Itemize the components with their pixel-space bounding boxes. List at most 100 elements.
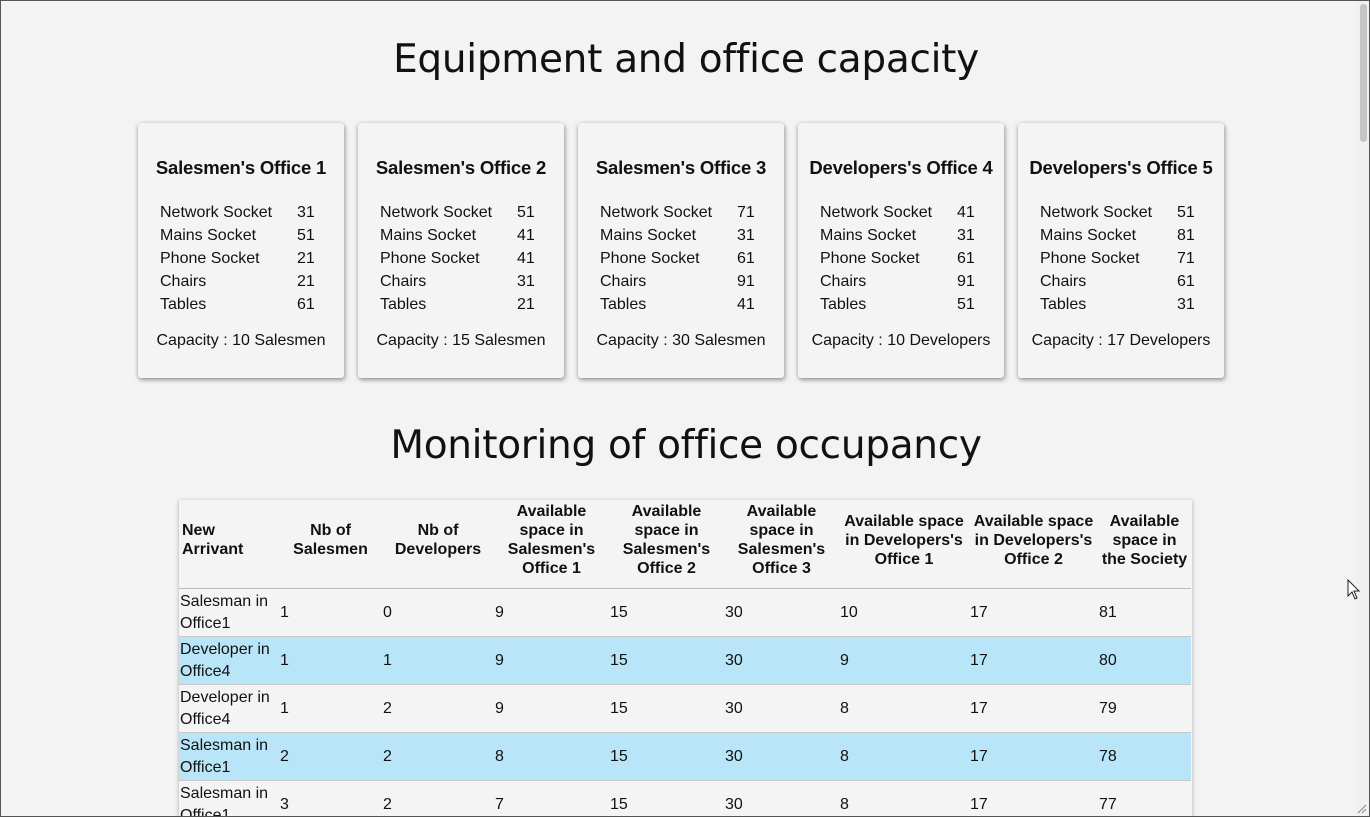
table-cell: 10 xyxy=(839,588,969,637)
table-cell: 1 xyxy=(279,636,382,685)
table-cell: 1 xyxy=(279,684,382,733)
table-cell: 17 xyxy=(969,732,1098,781)
table-cell: 9 xyxy=(839,636,969,685)
equipment-name: Chairs xyxy=(1040,273,1087,290)
vertical-scrollbar[interactable] xyxy=(1356,1,1369,816)
equipment-row: Tables 31 xyxy=(1040,295,1224,318)
new-arrivant-cell: Salesman in Office1 xyxy=(179,732,279,781)
equipment-row: Chairs 91 xyxy=(820,272,1004,295)
equipment-list: Network Socket 71 Mains Socket 31 Phone Sock… xyxy=(578,203,784,318)
new-arrivant-cell: Developer in Office4 xyxy=(179,636,279,685)
equipment-row: Phone Socket 61 xyxy=(600,249,784,272)
table-cell: 8 xyxy=(839,780,969,816)
table-cell: 1 xyxy=(382,636,494,685)
table-cell: 0 xyxy=(382,588,494,637)
equipment-title: Equipment and office capacity xyxy=(393,37,979,82)
office-name: Developers's Office 5 xyxy=(1029,157,1213,178)
column-header: Available space in Salesmen's Office 1 xyxy=(494,500,609,589)
equipment-name: Tables xyxy=(160,296,207,313)
equipment-count: 41 xyxy=(957,204,975,221)
table-cell: 2 xyxy=(279,732,382,781)
office-name: Developers's Office 4 xyxy=(809,157,993,178)
column-header: Available space in Developers's Office 2 xyxy=(969,500,1098,589)
new-arrivant-cell: Salesman in Office1 xyxy=(179,780,279,816)
equipment-row: Mains Socket 31 xyxy=(600,226,784,249)
table-body: Salesman in Office1 1 0 9 15 30 10 17 81 Develope… xyxy=(179,588,1191,816)
table-cell: 77 xyxy=(1098,780,1191,816)
equipment-count: 61 xyxy=(1177,273,1195,290)
office-capacity: Capacity : 10 Salesmen xyxy=(156,332,326,349)
equipment-row: Network Socket 31 xyxy=(160,203,344,226)
equipment-row: Mains Socket 41 xyxy=(380,226,564,249)
equipment-name: Mains Socket xyxy=(1040,227,1137,244)
equipment-name: Mains Socket xyxy=(820,227,917,244)
equipment-row: Phone Socket 71 xyxy=(1040,249,1224,272)
table-cell: 8 xyxy=(839,684,969,733)
scrollbar-thumb[interactable] xyxy=(1360,4,1367,142)
equipment-name: Mains Socket xyxy=(380,227,477,244)
equipment-count: 61 xyxy=(957,250,975,267)
equipment-name: Tables xyxy=(820,296,867,313)
office-capacity: Capacity : 30 Salesmen xyxy=(596,332,766,349)
equipment-name: Tables xyxy=(1040,296,1087,313)
new-arrivant-cell: Developer in Office4 xyxy=(179,684,279,733)
new-arrivant-cell: Salesman in Office1 xyxy=(179,588,279,637)
table-cell: 15 xyxy=(609,588,724,637)
table-cell: 30 xyxy=(724,732,839,781)
column-header: Available space in Salesmen's Office 2 xyxy=(609,500,724,589)
office-name: Salesmen's Office 2 xyxy=(375,157,547,178)
equipment-name: Phone Socket xyxy=(160,250,260,267)
equipment-count: 91 xyxy=(737,273,755,290)
table-cell: 9 xyxy=(494,588,609,637)
table-cell: 78 xyxy=(1098,732,1191,781)
table-cell: 2 xyxy=(382,684,494,733)
office-card: Developers's Office 4 Network Socket 41 Mai… xyxy=(798,123,1004,378)
table-cell: 2 xyxy=(382,732,494,781)
equipment-count: 51 xyxy=(1177,204,1195,221)
equipment-name: Tables xyxy=(600,296,647,313)
column-header: New Arrivant xyxy=(179,500,279,589)
equipment-row: Network Socket 51 xyxy=(1040,203,1224,226)
office-capacity: Capacity : 10 Developers xyxy=(811,332,991,349)
equipment-count: 41 xyxy=(517,227,535,244)
occupancy-table-container: New Arrivant Nb of Salesmen Nb of Develope… xyxy=(179,500,1192,816)
equipment-row: Mains Socket 51 xyxy=(160,226,344,249)
occupancy-table: New Arrivant Nb of Salesmen Nb of Develope… xyxy=(179,500,1191,816)
office-cards: Salesmen's Office 1 Network Socket 31 Mains… xyxy=(138,123,1224,378)
table-cell: 30 xyxy=(724,588,839,637)
mouse-cursor-icon xyxy=(1347,579,1361,600)
table-cell: 1 xyxy=(279,588,382,637)
equipment-row: Network Socket 51 xyxy=(380,203,564,226)
table-cell: 79 xyxy=(1098,684,1191,733)
equipment-count: 51 xyxy=(957,296,975,313)
equipment-name: Network Socket xyxy=(380,204,493,221)
equipment-row: Phone Socket 41 xyxy=(380,249,564,272)
equipment-name: Chairs xyxy=(380,273,427,290)
equipment-name: Phone Socket xyxy=(600,250,700,267)
equipment-count: 31 xyxy=(297,204,315,221)
equipment-count: 51 xyxy=(517,204,535,221)
table-cell: 15 xyxy=(609,636,724,685)
equipment-count: 21 xyxy=(517,296,535,313)
equipment-name: Network Socket xyxy=(160,204,273,221)
table-cell: 17 xyxy=(969,780,1098,816)
equipment-count: 81 xyxy=(1177,227,1195,244)
equipment-name: Chairs xyxy=(160,273,207,290)
equipment-row: Chairs 21 xyxy=(160,272,344,295)
column-header: Available space in Developers's Office 1 xyxy=(839,500,969,589)
table-cell: 15 xyxy=(609,684,724,733)
table-cell: 30 xyxy=(724,684,839,733)
equipment-list: Network Socket 51 Mains Socket 81 Phone Sock… xyxy=(1018,203,1224,318)
table-cell: 30 xyxy=(724,780,839,816)
equipment-list: Network Socket 51 Mains Socket 41 Phone Sock… xyxy=(358,203,564,318)
table-cell: 9 xyxy=(494,636,609,685)
equipment-name: Tables xyxy=(380,296,427,313)
equipment-list: Network Socket 41 Mains Socket 31 Phone Sock… xyxy=(798,203,1004,318)
equipment-count: 41 xyxy=(517,250,535,267)
equipment-name: Chairs xyxy=(600,273,647,290)
column-header: Nb of Developers xyxy=(382,500,494,589)
equipment-name: Phone Socket xyxy=(380,250,480,267)
resize-grip-icon[interactable] xyxy=(1356,803,1367,814)
table-cell: 15 xyxy=(609,780,724,816)
equipment-row: Phone Socket 61 xyxy=(820,249,1004,272)
